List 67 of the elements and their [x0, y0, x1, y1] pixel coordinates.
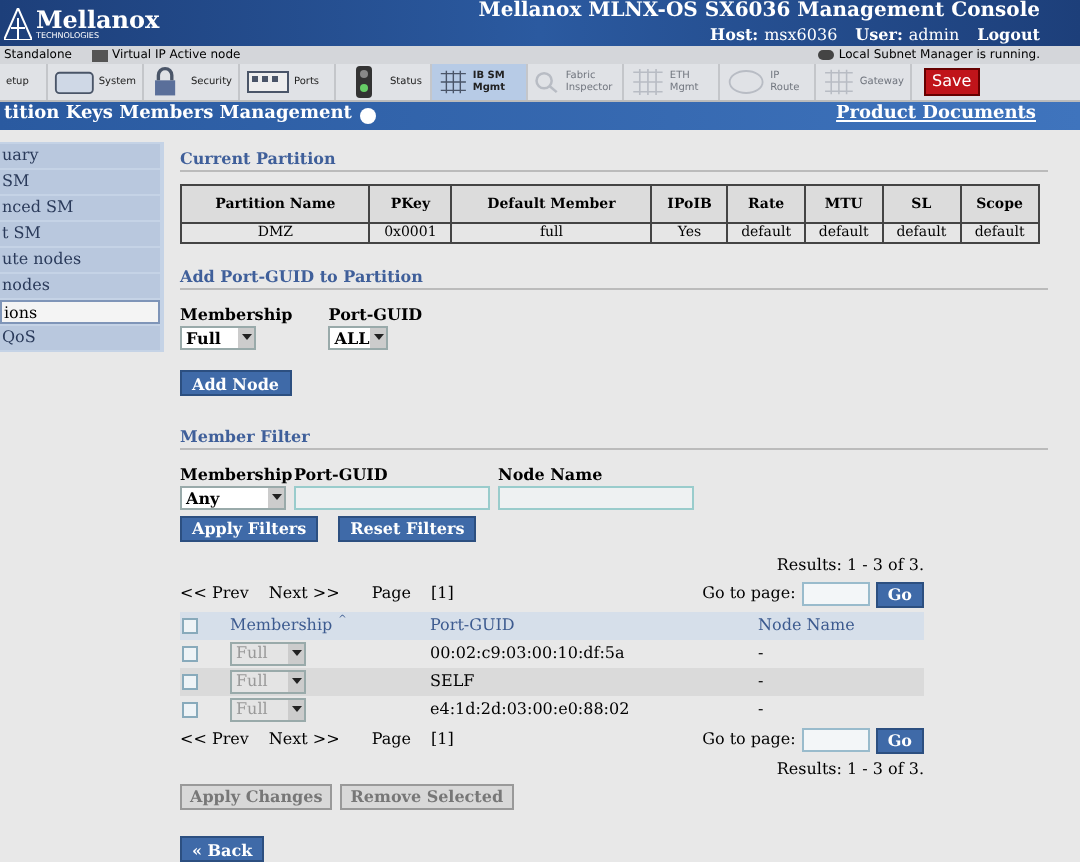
- prev-link[interactable]: << Prev: [180, 728, 249, 752]
- port-guid-select[interactable]: ALL: [328, 325, 389, 349]
- page-number: [1]: [431, 728, 454, 752]
- go-button[interactable]: Go: [875, 581, 924, 607]
- section-heading: Member Filter: [180, 423, 1048, 449]
- add-node-button[interactable]: Add Node: [180, 370, 292, 396]
- brand-name: Mellanox: [36, 7, 160, 31]
- info-icon: [359, 107, 376, 124]
- column-header: Node Name: [758, 613, 855, 637]
- section-heading: Current Partition: [180, 145, 1048, 171]
- sidebar-item[interactable]: QoS: [0, 325, 160, 349]
- table-cell: -: [758, 641, 764, 665]
- sidebar-item[interactable]: SM: [0, 169, 160, 193]
- page-label: Page: [371, 728, 411, 752]
- logo-icon: [4, 7, 32, 39]
- go-to-page-label: Go to page:: [702, 728, 796, 752]
- sidebar-item[interactable]: t SM: [0, 221, 160, 245]
- plug-icon: [818, 50, 835, 60]
- port-guid-label: Port-GUID: [294, 461, 390, 485]
- table-cell: -: [758, 669, 764, 693]
- page-label: Page: [371, 582, 411, 606]
- membership-select[interactable]: Full: [180, 325, 256, 349]
- next-link[interactable]: Next >>: [268, 728, 340, 752]
- page-title: tition Keys Members Management: [4, 102, 352, 128]
- user-label: User:: [855, 24, 903, 46]
- prev-link[interactable]: << Prev: [180, 582, 249, 606]
- monitor-icon: [91, 49, 108, 61]
- sidebar-item[interactable]: ions: [0, 299, 160, 323]
- table-cell-text: 00:02:c9:03:00:10:df:5a: [430, 641, 627, 665]
- membership-label: Membership: [180, 301, 293, 325]
- table-cell: -: [758, 697, 764, 721]
- user-name: admin: [908, 24, 960, 46]
- checkbox[interactable]: [182, 701, 198, 717]
- results-count: Results: 1 - 3 of 3.: [776, 757, 924, 781]
- checkbox[interactable]: [182, 645, 198, 661]
- results-count: Results: 1 - 3 of 3.: [776, 553, 924, 577]
- go-to-page-label: Go to page:: [702, 582, 796, 606]
- membership-select[interactable]: Any: [180, 485, 286, 509]
- node-name-label: Node Name: [498, 461, 605, 485]
- port-guid-label: Port-GUID: [328, 301, 423, 325]
- column-header: Membership: [230, 613, 333, 637]
- save-button[interactable]: Save: [924, 68, 980, 96]
- section-heading: Add Port-GUID to Partition: [180, 263, 1048, 289]
- sidebar-item[interactable]: nodes: [0, 273, 160, 297]
- logout-link[interactable]: Logout: [977, 24, 1040, 46]
- page-number: [1]: [431, 582, 454, 606]
- port-guid-input[interactable]: [294, 485, 490, 509]
- table-cell-text: SELF: [430, 669, 477, 693]
- checkbox[interactable]: [182, 617, 198, 633]
- apply-filters-button[interactable]: Apply Filters: [180, 515, 319, 541]
- page-input[interactable]: [801, 728, 870, 752]
- sidebar-item[interactable]: nced SM: [0, 195, 160, 219]
- product-documents-link[interactable]: Product Documents: [836, 102, 1036, 129]
- node-name-input[interactable]: [498, 485, 694, 509]
- go-button[interactable]: Go: [875, 727, 924, 753]
- checkbox[interactable]: [182, 673, 198, 689]
- column-header: Port-GUID: [430, 613, 517, 637]
- console-title: Mellanox MLNX-OS SX6036 Management Console: [478, 0, 1040, 22]
- table-cell-text: e4:1d:2d:03:00:e0:88:02: [430, 697, 632, 721]
- host-label: Host:: [710, 24, 759, 46]
- next-link[interactable]: Next >>: [268, 582, 340, 606]
- sidebar-item[interactable]: ute nodes: [0, 247, 160, 271]
- host-name: msx6036: [764, 24, 838, 46]
- back-button[interactable]: « Back: [180, 836, 265, 862]
- sidebar-item[interactable]: uary: [0, 143, 160, 167]
- reset-filters-button[interactable]: Reset Filters: [338, 515, 477, 541]
- page-input[interactable]: [801, 582, 870, 606]
